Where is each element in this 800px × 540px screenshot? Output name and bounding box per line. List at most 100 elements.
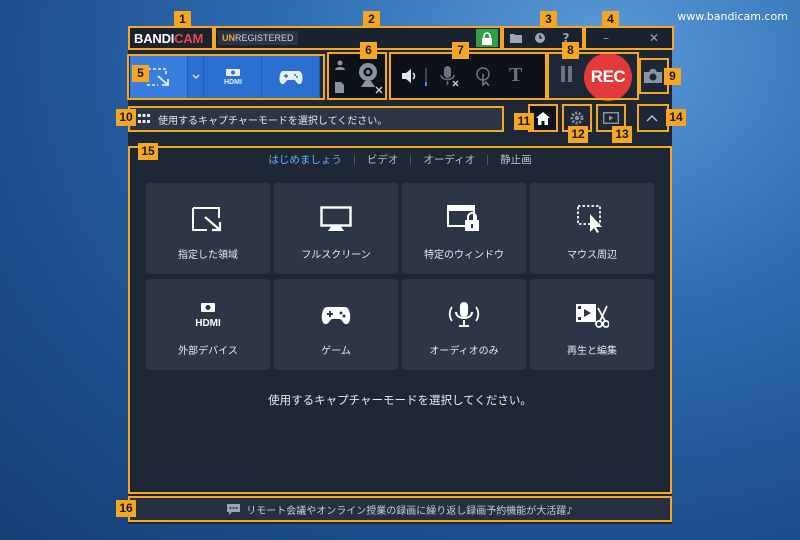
tab-image[interactable]: 静止画 [494, 152, 538, 167]
device-mode-button[interactable]: HDMI [204, 56, 262, 98]
microphone-button[interactable] [439, 66, 459, 92]
mouse-click-effect-button[interactable] [475, 66, 493, 90]
watermark: www.bandicam.com [677, 10, 788, 23]
unlock-button[interactable] [476, 29, 498, 47]
main-tabs: はじめましょう ビデオ オーディオ 静止画 [128, 152, 672, 170]
gamepad-icon [321, 307, 351, 325]
registration-status[interactable]: UNREGISTERED [218, 31, 298, 45]
hdmi-device-icon: HDMI [195, 303, 221, 328]
pause-icon [561, 66, 565, 82]
callout-badge-12: 12 [568, 126, 588, 143]
hint-text: 使用するキャプチャーモードを選択してください。 [158, 116, 388, 127]
clock-icon [535, 33, 545, 43]
text-t-icon: T [509, 64, 523, 86]
tile-external-device[interactable]: HDMI 外部デバイス [146, 279, 270, 370]
callout-badge-13: 13 [612, 126, 632, 143]
folder-button[interactable] [508, 30, 524, 46]
document-icon [335, 82, 344, 93]
person-icon [335, 60, 345, 70]
callout-badge-16: 16 [116, 500, 136, 517]
play-video-icon [603, 112, 619, 124]
svg-text:HDMI: HDMI [195, 318, 221, 328]
callout-badge-11: 11 [514, 113, 534, 130]
collapse-button[interactable] [640, 106, 664, 130]
tile-label: ゲーム [321, 346, 351, 357]
callout-badge-9: 9 [664, 68, 681, 85]
video-edit-icon [576, 304, 609, 328]
callout-badge-5: 5 [132, 65, 149, 82]
callout-badge-8: 8 [562, 42, 579, 59]
callout-badge-2: 2 [363, 11, 380, 28]
mouse-click-icon [476, 67, 490, 87]
tab-get-started[interactable]: はじめましょう [262, 152, 348, 167]
callout-badge-1: 1 [174, 11, 191, 28]
mouse-cursor-area-icon [577, 205, 602, 233]
title-bar[interactable]: BANDICAM UNREGISTERED ? – ✕ [128, 26, 672, 50]
callout-badge-10: 10 [116, 109, 136, 126]
callout-badge-14: 14 [666, 109, 686, 126]
lock-icon [482, 31, 492, 45]
tile-around-mouse[interactable]: マウス周辺 [530, 183, 654, 274]
bandicam-logo: BANDICAM [134, 31, 204, 46]
microphone-icon [440, 66, 459, 87]
volume-indicator [425, 68, 427, 86]
microphone-icon [448, 302, 480, 327]
history-button[interactable] [532, 30, 548, 46]
audio-options-group: T [391, 54, 547, 100]
mode-hint-bar: 使用するキャプチャーモードを選択してください。 [130, 108, 502, 130]
rectangle-area-icon [146, 68, 169, 86]
pause-button[interactable] [558, 66, 576, 88]
tile-label: 外部デバイス [178, 346, 238, 357]
rec-button[interactable]: REC [584, 53, 632, 101]
close-button[interactable]: ✕ [646, 30, 662, 46]
tile-specific-window[interactable]: 特定のウィンドウ [402, 183, 526, 274]
record-controls: REC [548, 53, 638, 101]
tile-label: オーディオのみ [429, 346, 499, 357]
webcam-overlay-group[interactable] [329, 54, 387, 100]
game-mode-button[interactable] [262, 56, 320, 98]
tile-label: 再生と編集 [567, 346, 617, 357]
callout-badge-3: 3 [540, 11, 557, 28]
folder-icon [510, 34, 522, 43]
callout-badge-15: 15 [138, 143, 158, 160]
tile-fullscreen[interactable]: フルスクリーン [274, 183, 398, 274]
svg-text:HDMI: HDMI [224, 79, 242, 86]
capture-mode-group: HDMI [130, 56, 322, 98]
tile-play-and-edit[interactable]: 再生と編集 [530, 279, 654, 370]
tile-specified-area[interactable]: 指定した領域 [146, 183, 270, 274]
speaker-icon [402, 69, 416, 83]
minimize-button[interactable]: – [598, 30, 614, 46]
tile-game[interactable]: ゲーム [274, 279, 398, 370]
disabled-x-icon [375, 86, 383, 94]
speaker-button[interactable] [401, 68, 419, 88]
grid-menu-icon[interactable] [138, 114, 150, 124]
tab-video[interactable]: ビデオ [361, 152, 405, 167]
tile-label: 特定のウィンドウ [424, 250, 504, 261]
tile-label: マウス周辺 [567, 250, 617, 261]
screenshot-button[interactable] [640, 62, 666, 90]
callout-badge-4: 4 [602, 11, 619, 28]
chevron-up-icon [646, 114, 658, 122]
text-overlay-button[interactable]: T [509, 64, 522, 87]
tile-label: 指定した領域 [178, 250, 238, 261]
rectangle-area-icon [192, 207, 222, 232]
mode-dropdown-button[interactable] [188, 56, 204, 98]
gamepad-icon [278, 71, 303, 85]
camera-icon [644, 69, 662, 83]
home-icon [536, 111, 550, 125]
gear-icon [570, 111, 584, 125]
main-hint-text: 使用するキャプチャーモードを選択してください。 [268, 393, 532, 407]
footer-notice[interactable]: リモート会議やオンライン授業の録画に繰り返し録画予約機能が大活躍♪ [128, 496, 672, 522]
bandicam-window: BANDICAM UNREGISTERED ? – ✕ HDMI T REC 使… [128, 26, 672, 524]
webcam-icon [359, 63, 377, 87]
chevron-down-icon [192, 74, 199, 79]
chat-bubble-icon [227, 503, 241, 515]
hdmi-device-icon: HDMI [224, 69, 242, 86]
tile-audio-only[interactable]: オーディオのみ [402, 279, 526, 370]
window-lock-icon [447, 205, 479, 231]
tab-audio[interactable]: オーディオ [417, 152, 481, 167]
footer-text: リモート会議やオンライン授業の録画に繰り返し録画予約機能が大活躍♪ [246, 505, 573, 517]
monitor-icon [320, 206, 352, 231]
callout-badge-6: 6 [360, 42, 377, 59]
callout-badge-7: 7 [452, 42, 469, 59]
